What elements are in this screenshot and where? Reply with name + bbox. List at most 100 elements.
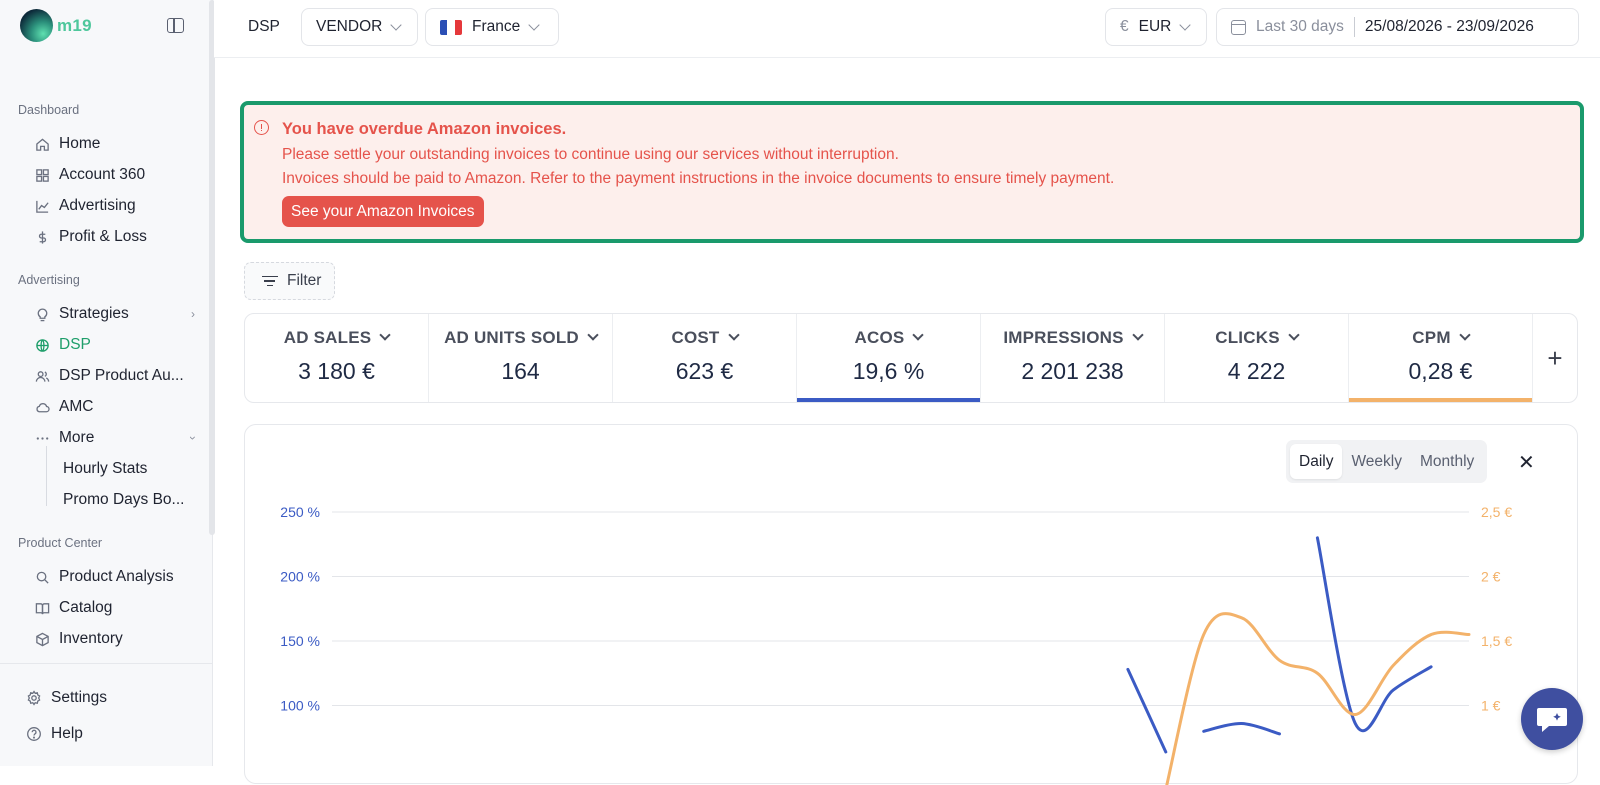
- left-tick-label: 100 %: [280, 698, 320, 714]
- metric-label: AD UNITS SOLD: [444, 328, 579, 347]
- sidebar-item-product-analysis[interactable]: Product Analysis: [35, 564, 195, 590]
- sidebar-item-label: Strategies: [59, 305, 129, 322]
- add-metric-button[interactable]: +: [1533, 314, 1577, 402]
- chevron-down-icon: [1288, 329, 1300, 341]
- account-type-value: VENDOR: [316, 18, 383, 35]
- chevron-down-icon: ›: [186, 436, 200, 440]
- sidebar-item-strategies[interactable]: Strategies ›: [35, 301, 195, 327]
- home-icon: [35, 137, 50, 152]
- sidebar-subitem-hourly-stats[interactable]: Hourly Stats: [63, 460, 147, 478]
- marketplace-select[interactable]: France: [425, 8, 559, 46]
- acos-series-line: [1202, 722, 1281, 736]
- metric-label: AD SALES: [283, 328, 372, 347]
- chevron-down-icon: [727, 329, 740, 341]
- metric-cpm[interactable]: CPM 0,28 €: [1349, 314, 1533, 402]
- sidebar-item-more[interactable]: More ›: [35, 425, 200, 451]
- metric-acos[interactable]: ACOS 19,6 %: [797, 314, 981, 402]
- sidebar-item-home[interactable]: Home: [35, 131, 195, 157]
- alert-title: You have overdue Amazon invoices.: [282, 120, 567, 138]
- help-circle-icon: [26, 726, 42, 742]
- top-bar: DSP VENDOR France € EUR Last 30 days 25/…: [214, 0, 1600, 58]
- metric-value: 3 180 €: [298, 358, 375, 384]
- logo-text: m19: [57, 15, 92, 35]
- sidebar-item-settings[interactable]: Settings: [26, 689, 107, 707]
- section-label: DSP: [248, 18, 280, 35]
- date-range-picker[interactable]: Last 30 days 25/08/2026 - 23/09/2026: [1216, 8, 1579, 46]
- marketplace-value: France: [472, 18, 521, 35]
- sidebar-item-account-360[interactable]: Account 360: [35, 162, 195, 188]
- date-preset: Last 30 days: [1256, 18, 1344, 35]
- sidebar-item-label: Product Analysis: [59, 568, 174, 585]
- sidebar-item-label: Inventory: [59, 630, 123, 647]
- chevron-down-icon: [587, 329, 599, 341]
- alert-message-1: Please settle your outstanding invoices …: [282, 146, 899, 163]
- sidebar-item-dsp-product-audience[interactable]: DSP Product Au...: [35, 363, 195, 389]
- sidebar: m19 Dashboard Home Account 360 Advertisi…: [0, 0, 213, 766]
- globe-icon: [35, 338, 50, 353]
- metric-ad-units-sold[interactable]: AD UNITS SOLD 164: [429, 314, 613, 402]
- date-range-value: 25/08/2026 - 23/09/2026: [1364, 18, 1534, 35]
- sidebar-item-inventory[interactable]: Inventory: [35, 626, 195, 652]
- sidebar-item-catalog[interactable]: Catalog: [35, 595, 195, 621]
- filter-label: Filter: [287, 272, 322, 289]
- metric-value: 4 222: [1227, 358, 1286, 384]
- see-invoices-button[interactable]: See your Amazon Invoices: [282, 196, 484, 227]
- left-tick-label: 150 %: [280, 633, 320, 649]
- sidebar-item-profit-loss[interactable]: Profit & Loss: [35, 224, 195, 250]
- chevron-down-icon: [528, 19, 540, 31]
- left-tick-label: 200 %: [280, 569, 320, 585]
- sidebar-item-amc[interactable]: AMC: [35, 394, 195, 420]
- chat-bubble-icon: [1537, 708, 1567, 732]
- sidebar-item-advertising[interactable]: Advertising: [35, 193, 195, 219]
- chevron-down-icon: [1179, 19, 1192, 31]
- metric-value: 19,6 %: [852, 358, 925, 384]
- account-type-select[interactable]: VENDOR: [301, 8, 418, 46]
- acos-series-line: [1126, 667, 1168, 754]
- sidebar-item-label: More: [59, 429, 95, 446]
- right-tick-label: 1 €: [1481, 698, 1501, 714]
- metric-cost[interactable]: COST 623 €: [613, 314, 797, 402]
- metric-value: 623 €: [675, 358, 734, 384]
- sidebar-scrollbar[interactable]: [209, 0, 215, 535]
- chevron-down-icon: [390, 19, 402, 31]
- date-separator: [1353, 17, 1355, 37]
- sidebar-item-help[interactable]: Help: [26, 725, 83, 743]
- metric-label: IMPRESSIONS: [1003, 328, 1124, 347]
- right-tick-label: 2 €: [1481, 569, 1501, 585]
- right-tick-label: 2,5 €: [1481, 504, 1512, 520]
- metric-label: COST: [671, 328, 720, 347]
- sidebar-item-label: AMC: [59, 398, 94, 415]
- sidebar-item-dsp[interactable]: DSP: [35, 332, 195, 358]
- metric-label: CPM: [1412, 328, 1451, 347]
- chevron-down-icon: [379, 329, 391, 341]
- metric-value: 2 201 238: [1021, 358, 1124, 384]
- cloud-icon: [35, 400, 50, 415]
- logo[interactable]: m19: [20, 9, 92, 42]
- metric-label: CLICKS: [1215, 328, 1280, 347]
- sidebar-toggle-icon[interactable]: [167, 18, 184, 33]
- metric-value: 164: [501, 358, 540, 384]
- currency-select[interactable]: € EUR: [1105, 8, 1207, 46]
- chevron-down-icon: [912, 329, 925, 341]
- sidebar-item-label: Settings: [51, 689, 108, 706]
- grid-icon: [35, 168, 50, 183]
- alert-circle-icon: [254, 120, 269, 135]
- calendar-icon: [1231, 19, 1246, 35]
- filter-button[interactable]: Filter: [244, 262, 335, 300]
- sidebar-item-label: Help: [51, 725, 83, 742]
- line-chart: 250 % 200 % 150 % 100 % 2,5 € 2 € 1,5 € 1 €: [280, 504, 1512, 785]
- sidebar-item-label: Profit & Loss: [59, 228, 147, 245]
- gear-icon: [26, 690, 42, 706]
- metric-impressions[interactable]: IMPRESSIONS 2 201 238: [981, 314, 1165, 402]
- chat-bubble-button[interactable]: [1521, 688, 1583, 750]
- sidebar-item-label: Advertising: [59, 197, 136, 214]
- sidebar-item-label: DSP Product Au...: [59, 367, 184, 384]
- search-icon: [35, 570, 50, 585]
- metric-ad-sales[interactable]: AD SALES 3 180 €: [245, 314, 429, 402]
- cpm-series-line: [1165, 612, 1471, 785]
- metric-selected-bar: [1349, 398, 1532, 402]
- section-title-product-center: Product Center: [18, 536, 103, 550]
- chevron-down-icon: [1459, 329, 1471, 341]
- sidebar-subitem-promo-days[interactable]: Promo Days Bo...: [63, 491, 184, 509]
- metric-clicks[interactable]: CLICKS 4 222: [1165, 314, 1349, 402]
